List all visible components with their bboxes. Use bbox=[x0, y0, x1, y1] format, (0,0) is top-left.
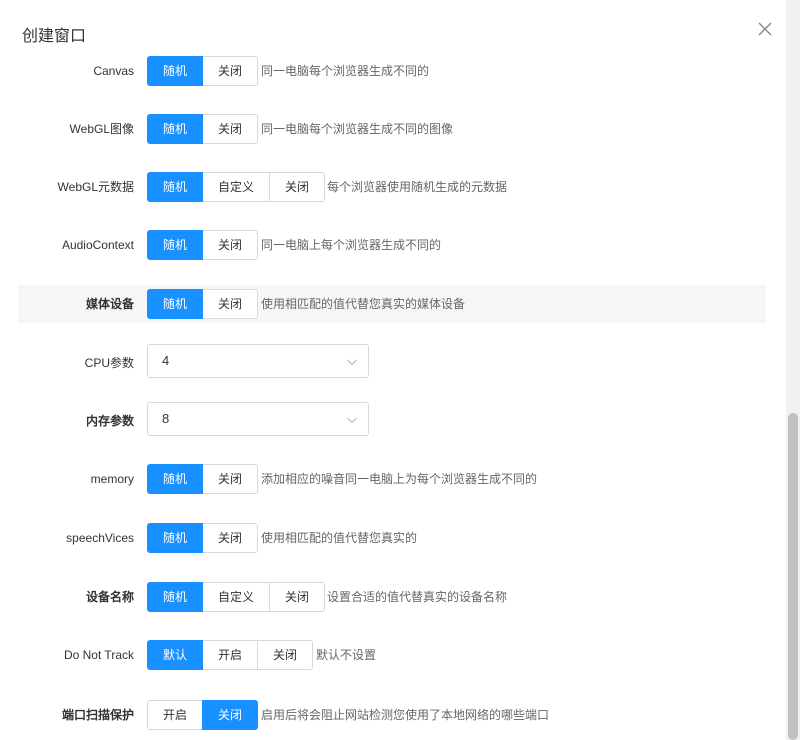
dialog-content: Canvas 随机 关闭 同一电脑每个浏览器生成不同的 WebGL图像 随机 关… bbox=[0, 46, 786, 740]
canvas-label: Canvas bbox=[93, 64, 134, 78]
media-devices-option-off[interactable]: 关闭 bbox=[202, 289, 258, 319]
webgl-image-option-random[interactable]: 随机 bbox=[147, 114, 203, 144]
do-not-track-option-on[interactable]: 开启 bbox=[202, 640, 258, 670]
webgl-image-option-off[interactable]: 关闭 bbox=[202, 114, 258, 144]
row-device-name: 设备名称 随机 自定义 关闭 设置合适的值代替真实的设备名称 bbox=[18, 578, 766, 616]
do-not-track-option-default[interactable]: 默认 bbox=[147, 640, 203, 670]
port-scan-protection-option-off[interactable]: 关闭 bbox=[202, 700, 258, 730]
row-memory: memory 随机 关闭 添加相应的噪音同一电脑上为每个浏览器生成不同的 bbox=[18, 460, 766, 498]
row-cpu: CPU参数 4 bbox=[18, 344, 766, 382]
device-name-label: 设备名称 bbox=[85, 590, 134, 604]
webgl-meta-desc: 每个浏览器使用随机生成的元数据 bbox=[327, 180, 508, 194]
do-not-track-label: Do Not Track bbox=[63, 648, 134, 662]
media-devices-segmented: 随机 关闭 bbox=[147, 289, 258, 319]
media-devices-option-random[interactable]: 随机 bbox=[147, 289, 203, 319]
do-not-track-option-off[interactable]: 关闭 bbox=[257, 640, 313, 670]
webgl-meta-option-off[interactable]: 关闭 bbox=[269, 172, 325, 202]
audio-context-option-random[interactable]: 随机 bbox=[147, 230, 203, 260]
memory-params-select[interactable]: 8 bbox=[147, 402, 369, 436]
webgl-image-label: WebGL图像 bbox=[69, 122, 134, 136]
memory-params-select-value: 8 bbox=[162, 411, 170, 426]
port-scan-protection-label: 端口扫描保护 bbox=[61, 708, 134, 722]
canvas-segmented: 随机 关闭 bbox=[147, 56, 258, 86]
create-window-dialog: 创建窗口 Canvas 随机 关闭 同一电脑每个浏览器生成不同的 WebGL图像… bbox=[0, 0, 800, 740]
memory-option-off[interactable]: 关闭 bbox=[202, 464, 258, 494]
audio-context-label: AudioContext bbox=[61, 238, 134, 252]
cpu-select-value: 4 bbox=[162, 353, 170, 368]
webgl-meta-label: WebGL元数据 bbox=[57, 180, 134, 194]
memory-label: memory bbox=[90, 472, 134, 486]
row-memory-params: 内存参数 8 bbox=[18, 402, 766, 440]
scrollbar-track[interactable] bbox=[786, 0, 800, 740]
port-scan-protection-segmented: 开启 关闭 bbox=[147, 700, 258, 730]
port-scan-protection-option-on[interactable]: 开启 bbox=[147, 700, 203, 730]
scrollbar-thumb[interactable] bbox=[788, 413, 798, 740]
canvas-option-off[interactable]: 关闭 bbox=[202, 56, 258, 86]
webgl-image-desc: 同一电脑每个浏览器生成不同的图像 bbox=[261, 122, 454, 136]
speech-voices-segmented: 随机 关闭 bbox=[147, 523, 258, 553]
speech-voices-option-random[interactable]: 随机 bbox=[147, 523, 203, 553]
memory-desc: 添加相应的噪音同一电脑上为每个浏览器生成不同的 bbox=[261, 472, 538, 486]
memory-params-label: 内存参数 bbox=[85, 414, 134, 428]
device-name-segmented: 随机 自定义 关闭 bbox=[147, 582, 325, 612]
row-webgl-meta: WebGL元数据 随机 自定义 关闭 每个浏览器使用随机生成的元数据 bbox=[18, 168, 766, 206]
memory-segmented: 随机 关闭 bbox=[147, 464, 258, 494]
port-scan-protection-desc: 启用后将会阻止网站检测您使用了本地网络的哪些端口 bbox=[261, 708, 550, 722]
audio-context-segmented: 随机 关闭 bbox=[147, 230, 258, 260]
audio-context-option-off[interactable]: 关闭 bbox=[202, 230, 258, 260]
device-name-desc: 设置合适的值代替真实的设备名称 bbox=[327, 590, 508, 604]
row-do-not-track: Do Not Track 默认 开启 关闭 默认不设置 bbox=[18, 636, 766, 674]
webgl-image-segmented: 随机 关闭 bbox=[147, 114, 258, 144]
row-speech-voices: speechVices 随机 关闭 使用相匹配的值代替您真实的 bbox=[18, 519, 766, 557]
row-canvas: Canvas 随机 关闭 同一电脑每个浏览器生成不同的 bbox=[18, 52, 766, 90]
row-port-scan-protection: 端口扫描保护 开启 关闭 启用后将会阻止网站检测您使用了本地网络的哪些端口 bbox=[18, 696, 766, 734]
chevron-down-icon bbox=[346, 414, 358, 426]
speech-voices-desc: 使用相匹配的值代替您真实的 bbox=[261, 531, 418, 545]
do-not-track-segmented: 默认 开启 关闭 bbox=[147, 640, 313, 670]
cpu-label: CPU参数 bbox=[84, 356, 134, 370]
device-name-option-random[interactable]: 随机 bbox=[147, 582, 203, 612]
close-icon[interactable] bbox=[754, 18, 776, 40]
row-audio-context: AudioContext 随机 关闭 同一电脑上每个浏览器生成不同的 bbox=[18, 226, 766, 264]
do-not-track-desc: 默认不设置 bbox=[316, 648, 377, 662]
dialog-title: 创建窗口 bbox=[22, 28, 87, 45]
canvas-option-random[interactable]: 随机 bbox=[147, 56, 203, 86]
webgl-meta-option-random[interactable]: 随机 bbox=[147, 172, 203, 202]
media-devices-label: 媒体设备 bbox=[85, 297, 134, 311]
webgl-meta-segmented: 随机 自定义 关闭 bbox=[147, 172, 325, 202]
speech-voices-option-off[interactable]: 关闭 bbox=[202, 523, 258, 553]
row-media-devices: 媒体设备 随机 关闭 使用相匹配的值代替您真实的媒体设备 bbox=[18, 285, 766, 323]
webgl-meta-option-custom[interactable]: 自定义 bbox=[202, 172, 270, 202]
speech-voices-label: speechVices bbox=[66, 531, 134, 545]
audio-context-desc: 同一电脑上每个浏览器生成不同的 bbox=[261, 238, 442, 252]
device-name-option-off[interactable]: 关闭 bbox=[269, 582, 325, 612]
device-name-option-custom[interactable]: 自定义 bbox=[202, 582, 270, 612]
media-devices-desc: 使用相匹配的值代替您真实的媒体设备 bbox=[261, 297, 466, 311]
memory-option-random[interactable]: 随机 bbox=[147, 464, 203, 494]
canvas-desc: 同一电脑每个浏览器生成不同的 bbox=[261, 64, 430, 78]
chevron-down-icon bbox=[346, 356, 358, 368]
row-webgl-image: WebGL图像 随机 关闭 同一电脑每个浏览器生成不同的图像 bbox=[18, 110, 766, 148]
cpu-select[interactable]: 4 bbox=[147, 344, 369, 378]
